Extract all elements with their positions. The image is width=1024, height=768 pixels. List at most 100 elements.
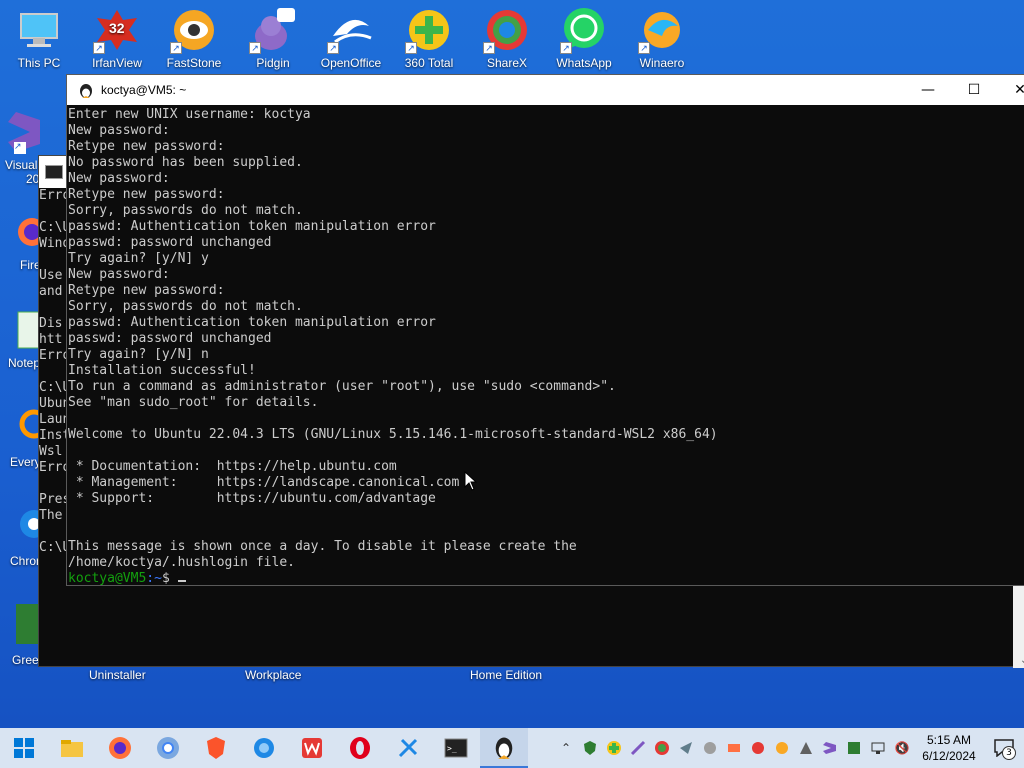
desktop-icon-whatsapp[interactable]: ↗ WhatsApp (546, 0, 622, 70)
cmd-line: C:\U (39, 220, 69, 235)
taskbar-clock[interactable]: 5:15 AM 6/12/2024 (914, 732, 984, 764)
desktop-icon-sharex[interactable]: ↗ ShareX (469, 0, 545, 70)
tray-volume-icon[interactable]: 🔇 (890, 728, 914, 768)
openoffice-icon: ↗ (327, 6, 375, 54)
everything-desktop-icon[interactable] (14, 404, 49, 452)
ubuntu-icon (495, 737, 513, 759)
desktop-icon-pidgin[interactable]: ↗ Pidgin (235, 0, 311, 70)
tray-tool-icon[interactable] (722, 728, 746, 768)
taskbar-ubuntu[interactable] (480, 728, 528, 768)
taskbar-network-app[interactable] (240, 728, 288, 768)
tray-network-icon[interactable] (866, 728, 890, 768)
taskbar-terminal[interactable]: >_ (432, 728, 480, 768)
tray-pen-icon[interactable] (626, 728, 650, 768)
icon-label: FastStone (166, 56, 222, 70)
desktop-icon-winaero[interactable]: ↗ Winaero (624, 0, 700, 70)
cmd-line (39, 524, 69, 540)
taskbar-snipping[interactable] (384, 728, 432, 768)
irfanview-icon: 32 ↗ (93, 6, 141, 54)
shortcut-arrow-icon: ↗ (638, 42, 650, 54)
cmd-line (39, 252, 69, 268)
cmd-line: Wsl (39, 444, 63, 459)
tray-send-icon[interactable] (674, 728, 698, 768)
tray-upload-icon[interactable] (794, 728, 818, 768)
greenshot-desktop-icon[interactable] (14, 600, 40, 654)
tray-app-icon[interactable] (770, 728, 794, 768)
wps-icon (302, 738, 322, 758)
terminal-window[interactable]: koctya@VM5: ~ — ☐ ✕ Enter new UNIX usern… (66, 74, 1024, 586)
cmd-line: Laun (39, 412, 69, 427)
cmd-line (39, 204, 69, 220)
cmd-line: The (39, 508, 63, 523)
terminal-line: Installation successful! (68, 363, 256, 378)
icon-label: 360 Total (404, 56, 454, 70)
terminal-titlebar[interactable]: koctya@VM5: ~ — ☐ ✕ (67, 75, 1024, 105)
pidgin-icon: ↗ (249, 6, 297, 54)
cmd-line: and (39, 284, 63, 299)
tray-sharex-icon[interactable] (650, 728, 674, 768)
icon-label-workplace: Workplace (245, 668, 302, 682)
cmd-line: C:\U (39, 540, 69, 555)
notification-center-button[interactable]: 3 (984, 728, 1024, 768)
desktop-icon-faststone[interactable]: ↗ FastStone (156, 0, 232, 70)
taskbar-file-explorer[interactable] (48, 728, 96, 768)
taskbar-opera[interactable] (336, 728, 384, 768)
desktop-icon-irfanview[interactable]: 32 ↗ IrfanView (79, 0, 155, 70)
network-icon (254, 738, 274, 758)
whatsapp-icon: ↗ (560, 6, 608, 54)
shortcut-arrow-icon: ↗ (93, 42, 105, 54)
terminal-line: passwd: Authentication token manipulatio… (68, 219, 436, 234)
this-pc-icon (15, 6, 63, 54)
notepad-desktop-icon[interactable] (14, 308, 41, 356)
icon-label: Winaero (639, 56, 685, 70)
terminal-prompt[interactable]: koctya@VM5:~$ (68, 571, 1024, 587)
icon-label: IrfanView (92, 56, 142, 70)
terminal-line: Try again? [y/N] y (68, 251, 209, 266)
firefox-desktop-icon[interactable] (14, 214, 46, 258)
tray-security-icon[interactable] (578, 728, 602, 768)
desktop-icon-this-pc[interactable]: This PC (1, 0, 77, 70)
tray-360-icon[interactable] (602, 728, 626, 768)
tray-record-icon[interactable] (746, 728, 770, 768)
cmd-line: Inst (39, 428, 69, 443)
taskbar-brave[interactable] (192, 728, 240, 768)
tray-photo-icon[interactable] (698, 728, 722, 768)
terminal-icon: >_ (444, 738, 468, 758)
close-button[interactable]: ✕ (997, 75, 1024, 105)
cmd-icon (45, 165, 63, 179)
terminal-line: New password: (68, 171, 170, 186)
desktop-icon-openoffice[interactable]: ↗ OpenOffice (313, 0, 389, 70)
start-button[interactable] (0, 728, 48, 768)
terminal-title: koctya@VM5: ~ (101, 83, 187, 97)
cmd-line (39, 476, 69, 492)
cmd-line: Pres (39, 492, 69, 507)
terminal-output[interactable]: Enter new UNIX username: koctya New passw… (67, 105, 1024, 587)
chrome-icon (157, 737, 179, 759)
taskbar-chrome[interactable] (144, 728, 192, 768)
shortcut-arrow-icon: ↗ (405, 42, 417, 54)
scroll-down-icon[interactable]: ⌄ (1020, 655, 1024, 666)
desktop-icon-360-total[interactable]: ↗ 360 Total (391, 0, 467, 70)
360-total-icon: ↗ (405, 6, 453, 54)
chrome-desktop-icon[interactable] (14, 504, 48, 552)
minimize-button[interactable]: — (905, 75, 951, 105)
icon-label-uninstaller: Uninstaller (89, 668, 146, 682)
terminal-line: Retype new password: (68, 187, 225, 202)
taskbar-firefox[interactable] (96, 728, 144, 768)
maximize-button[interactable]: ☐ (951, 75, 997, 105)
shortcut-arrow-icon: ↗ (249, 42, 261, 54)
icon-label: This PC (17, 56, 61, 70)
firefox-icon (109, 737, 131, 759)
taskbar-wps[interactable] (288, 728, 336, 768)
cmd-scrollbar[interactable]: ⌄ (1013, 586, 1024, 668)
terminal-line: To run a command as administrator (user … (68, 379, 616, 394)
tray-vs-icon[interactable] (818, 728, 842, 768)
tray-overflow-chevron-icon[interactable]: ⌃ (554, 728, 578, 768)
tray-greenshot-icon[interactable] (842, 728, 866, 768)
system-tray: ⌃ 🔇 5:15 AM 6/12/2024 3 (554, 728, 1024, 768)
text-cursor (177, 580, 186, 582)
cmd-line: C:\U (39, 380, 69, 395)
cmd-line: Erro (39, 460, 69, 475)
